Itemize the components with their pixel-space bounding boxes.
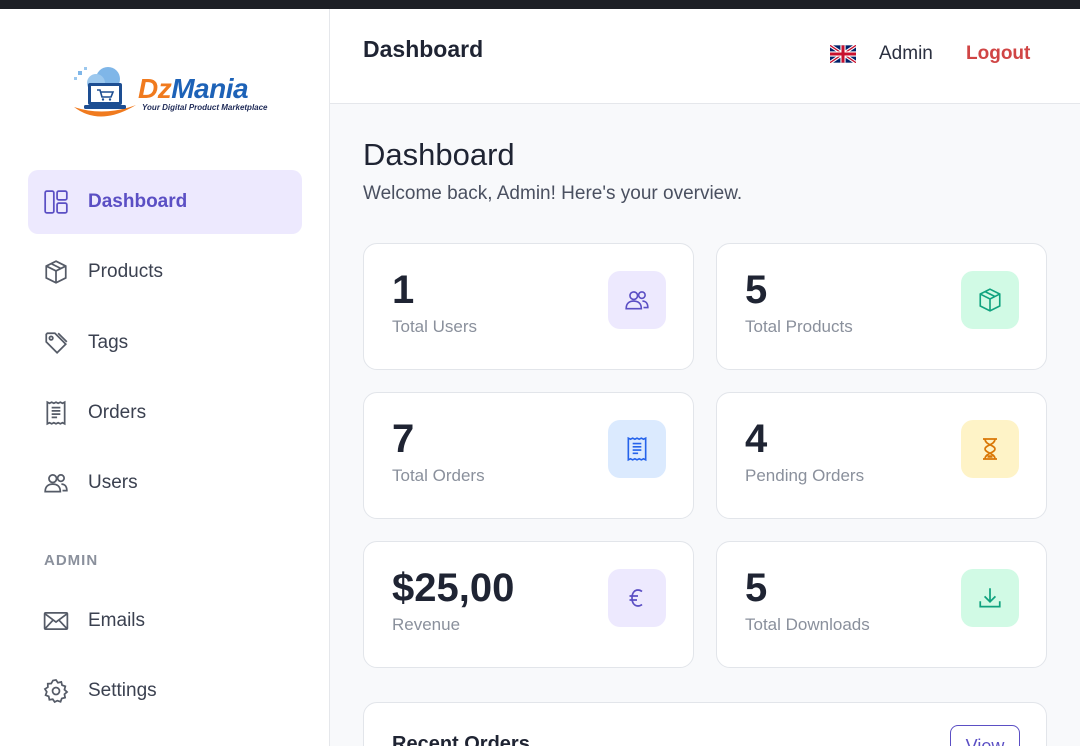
hourglass-icon [961,420,1019,478]
sidebar-item-label: Users [88,472,138,493]
stat-card-total-products: 5 Total Products [716,243,1047,370]
box-icon [43,259,69,285]
cart-laptop-icon [74,67,136,117]
stat-card-pending-orders: 4 Pending Orders [716,392,1047,519]
sidebar-item-emails[interactable]: Emails [28,589,302,653]
stat-value: 4 [745,417,768,461]
receipt-icon [43,400,69,426]
sidebar-item-label: Orders [88,402,147,423]
download-icon [961,569,1019,627]
sidebar-item-label: Emails [88,610,146,631]
stat-label: Pending Orders [745,466,865,485]
logo-brand: DzMania [138,73,249,104]
sidebar-item-settings[interactable]: Settings [28,659,302,723]
stat-card-total-downloads: 5 Total Downloads [716,541,1047,668]
tag-icon [43,330,69,356]
stat-card-revenue: $25,00 Revenue [363,541,694,668]
stat-value: $25,00 [392,566,515,610]
sidebar-section-admin: ADMIN [44,552,99,569]
layout-icon [43,189,69,215]
sidebar-item-tags[interactable]: Tags [28,311,302,375]
stat-label: Total Users [392,317,478,336]
logout-button[interactable]: Logout [966,43,1030,65]
euro-icon [608,569,666,627]
sidebar-item-label: Settings [88,680,157,701]
users-icon [608,271,666,329]
stat-card-total-orders: 7 Total Orders [363,392,694,519]
stat-value: 1 [392,268,415,312]
sidebar: DzMania Your Digital Product Marketplace… [0,9,330,746]
gear-icon [43,678,69,704]
sidebar-item-label: Products [88,261,163,282]
recent-orders-card: Recent Orders View [363,702,1047,746]
uk-flag-icon[interactable] [830,45,856,63]
sidebar-item-label: Dashboard [88,191,188,212]
sidebar-item-orders[interactable]: Orders [28,381,302,445]
stat-label: Revenue [392,615,461,634]
sidebar-item-label: Tags [88,332,129,353]
users-icon [43,470,69,496]
stat-label: Total Orders [392,466,485,485]
sidebar-item-users[interactable]: Users [28,451,302,515]
header-title: Dashboard [363,36,484,62]
stat-value: 5 [745,268,768,312]
sidebar-item-products[interactable]: Products [28,240,302,304]
recent-orders-title: Recent Orders [392,733,530,746]
envelope-icon [43,608,69,634]
stat-label: Total Downloads [745,615,870,634]
page-subtitle: Welcome back, Admin! Here's your overvie… [363,183,743,204]
top-header: Dashboard Admin Logout [330,9,1080,104]
window-top-strip [0,0,1080,9]
receipt-icon [608,420,666,478]
sidebar-item-dashboard[interactable]: Dashboard [28,170,302,234]
logo-tagline: Your Digital Product Marketplace [142,103,268,112]
user-name[interactable]: Admin [879,43,933,65]
stat-value: 7 [392,417,415,461]
page-title: Dashboard [363,137,515,172]
stat-value: 5 [745,566,768,610]
stat-card-total-users: 1 Total Users [363,243,694,370]
stat-label: Total Products [745,317,853,336]
view-all-orders-button[interactable]: View [950,725,1020,746]
box-icon [961,271,1019,329]
logo[interactable]: DzMania Your Digital Product Marketplace [70,61,270,123]
